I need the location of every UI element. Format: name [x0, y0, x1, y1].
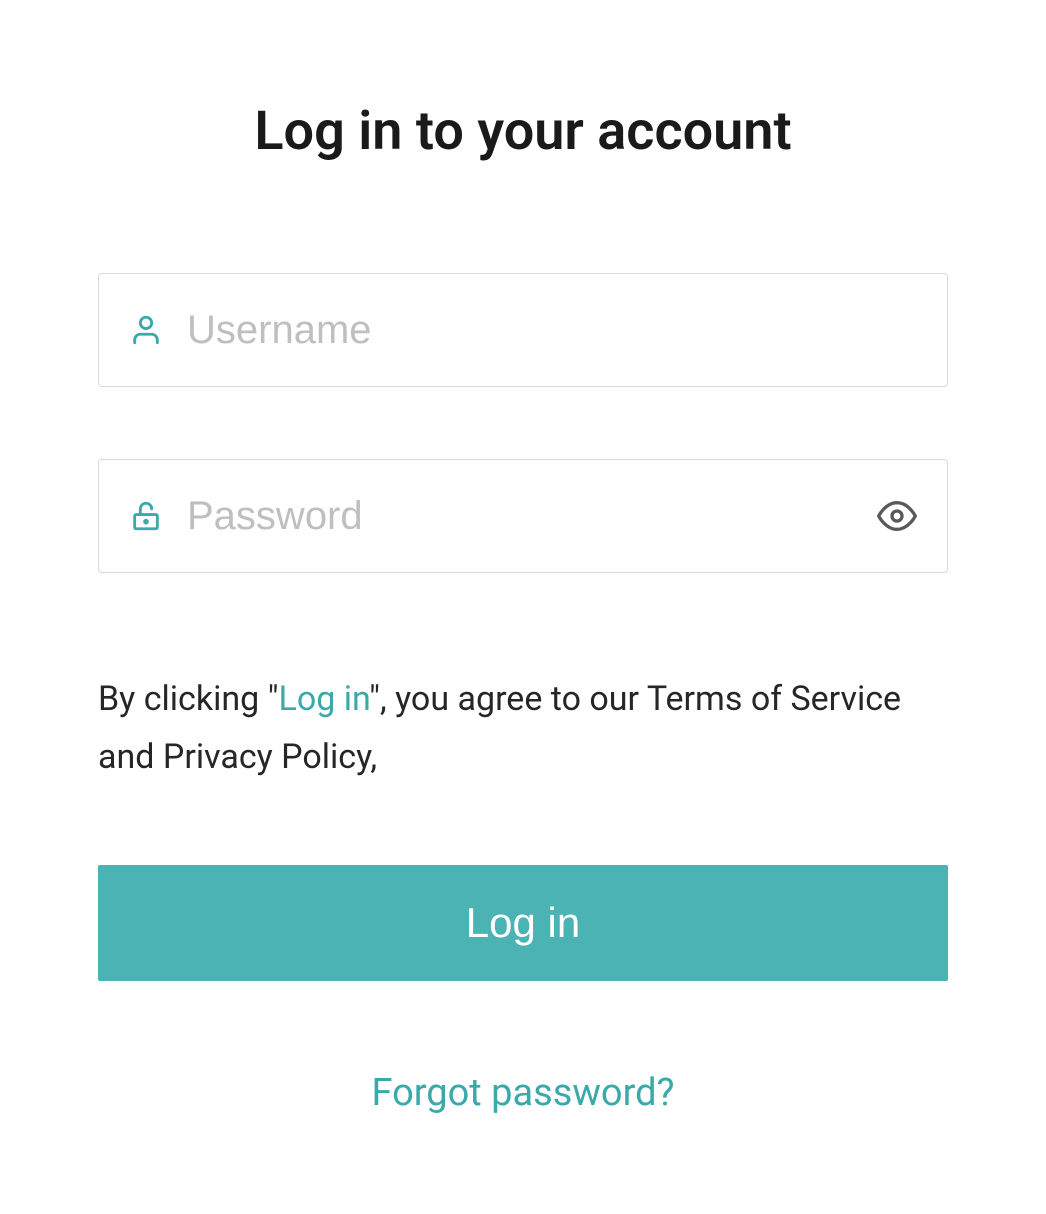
- terms-text: By clicking "Log in", you agree to our T…: [98, 671, 948, 787]
- password-input[interactable]: [163, 460, 877, 572]
- password-input-wrapper[interactable]: [98, 459, 948, 573]
- eye-icon[interactable]: [877, 496, 917, 536]
- terms-prefix: By clicking ": [98, 679, 279, 719]
- login-button[interactable]: Log in: [98, 865, 948, 981]
- page-title: Log in to your account: [98, 100, 948, 163]
- lock-icon: [129, 499, 163, 533]
- username-input-wrapper[interactable]: [98, 273, 948, 387]
- username-input[interactable]: [163, 274, 917, 386]
- forgot-password-link[interactable]: Forgot password?: [98, 1071, 948, 1115]
- terms-login-link[interactable]: Log in: [279, 679, 370, 719]
- user-icon: [129, 313, 163, 347]
